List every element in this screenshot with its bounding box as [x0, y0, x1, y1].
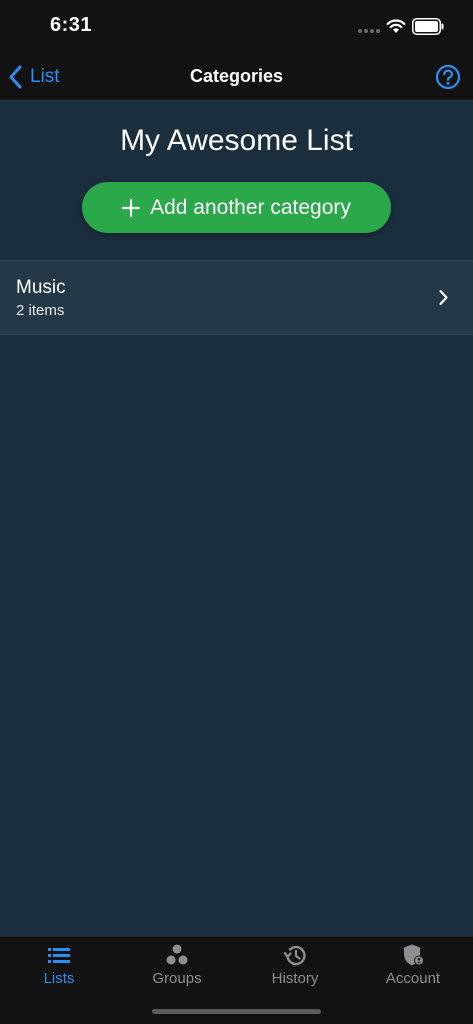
cellular-signal-icon — [358, 29, 380, 35]
status-time: 6:31 — [50, 14, 93, 36]
account-shield-icon — [404, 944, 424, 966]
category-item-count: 2 items — [16, 302, 65, 319]
add-category-label: Add another category — [150, 195, 351, 219]
tab-label: History — [271, 970, 319, 987]
battery-icon — [412, 18, 444, 35]
navigation-bar: List Categories — [0, 54, 473, 101]
screen: 6:31 List Categories My Awesome List Add… — [0, 0, 473, 1024]
list-icon — [48, 948, 70, 963]
category-name: Music — [16, 277, 66, 298]
home-indicator[interactable] — [152, 1009, 321, 1014]
status-bar: 6:31 — [0, 0, 473, 54]
list-header: My Awesome List Add another category — [0, 101, 473, 260]
history-icon — [283, 945, 306, 966]
help-icon[interactable] — [435, 64, 461, 90]
tab-label: Groups — [152, 970, 202, 987]
tab-lists[interactable]: Lists — [0, 937, 118, 997]
tab-history[interactable]: History — [236, 937, 354, 997]
chevron-right-icon — [439, 289, 448, 306]
tab-label: Account — [385, 970, 441, 987]
tab-label: Lists — [43, 970, 75, 987]
plus-icon — [122, 198, 141, 217]
category-row-music[interactable]: Music 2 items — [0, 260, 473, 335]
groups-icon — [166, 944, 188, 965]
add-category-button[interactable]: Add another category — [82, 182, 391, 233]
page-title: Categories — [189, 66, 284, 86]
tab-groups[interactable]: Groups — [118, 937, 236, 997]
wifi-icon — [386, 19, 406, 33]
tab-account[interactable]: Account — [354, 937, 472, 997]
list-title: My Awesome List — [120, 124, 353, 157]
